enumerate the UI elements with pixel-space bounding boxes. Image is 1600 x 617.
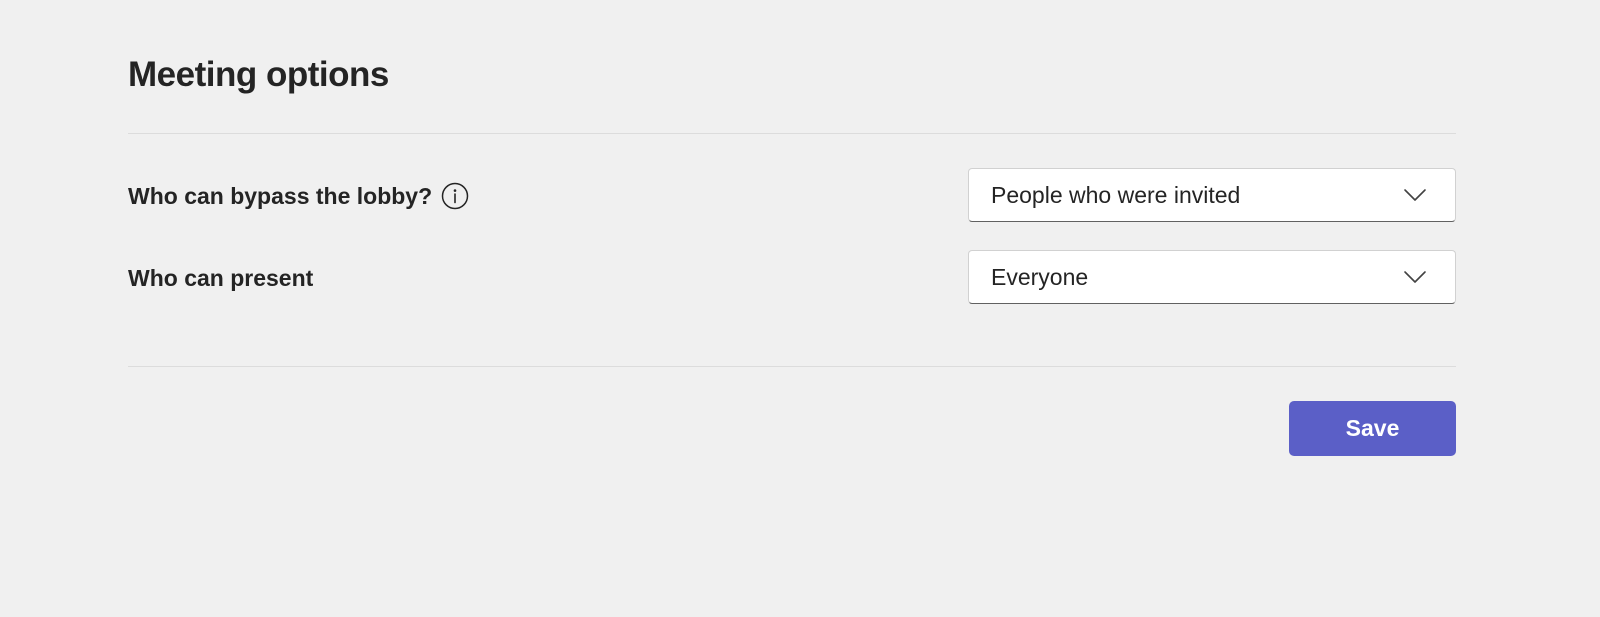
info-icon[interactable] [441, 182, 469, 210]
option-row-who-can-present: Who can present Everyone [128, 250, 1456, 306]
divider-top [128, 133, 1456, 134]
bypass-lobby-label: Who can bypass the lobby? [128, 182, 433, 209]
who-can-present-selected-value: Everyone [991, 263, 1089, 290]
save-button[interactable]: Save [1289, 401, 1456, 456]
bypass-lobby-dropdown[interactable]: People who were invited [968, 168, 1456, 222]
option-label-group: Who can bypass the lobby? [128, 168, 469, 224]
option-label-group: Who can present [128, 250, 313, 306]
page-title: Meeting options [128, 55, 389, 94]
chevron-down-icon [1403, 269, 1427, 285]
option-row-bypass-lobby: Who can bypass the lobby? People who wer… [128, 168, 1456, 224]
who-can-present-label: Who can present [128, 264, 314, 291]
bypass-lobby-selected-value: People who were invited [991, 181, 1241, 208]
chevron-down-icon [1403, 187, 1427, 203]
who-can-present-dropdown[interactable]: Everyone [968, 250, 1456, 304]
divider-bottom [128, 366, 1456, 367]
